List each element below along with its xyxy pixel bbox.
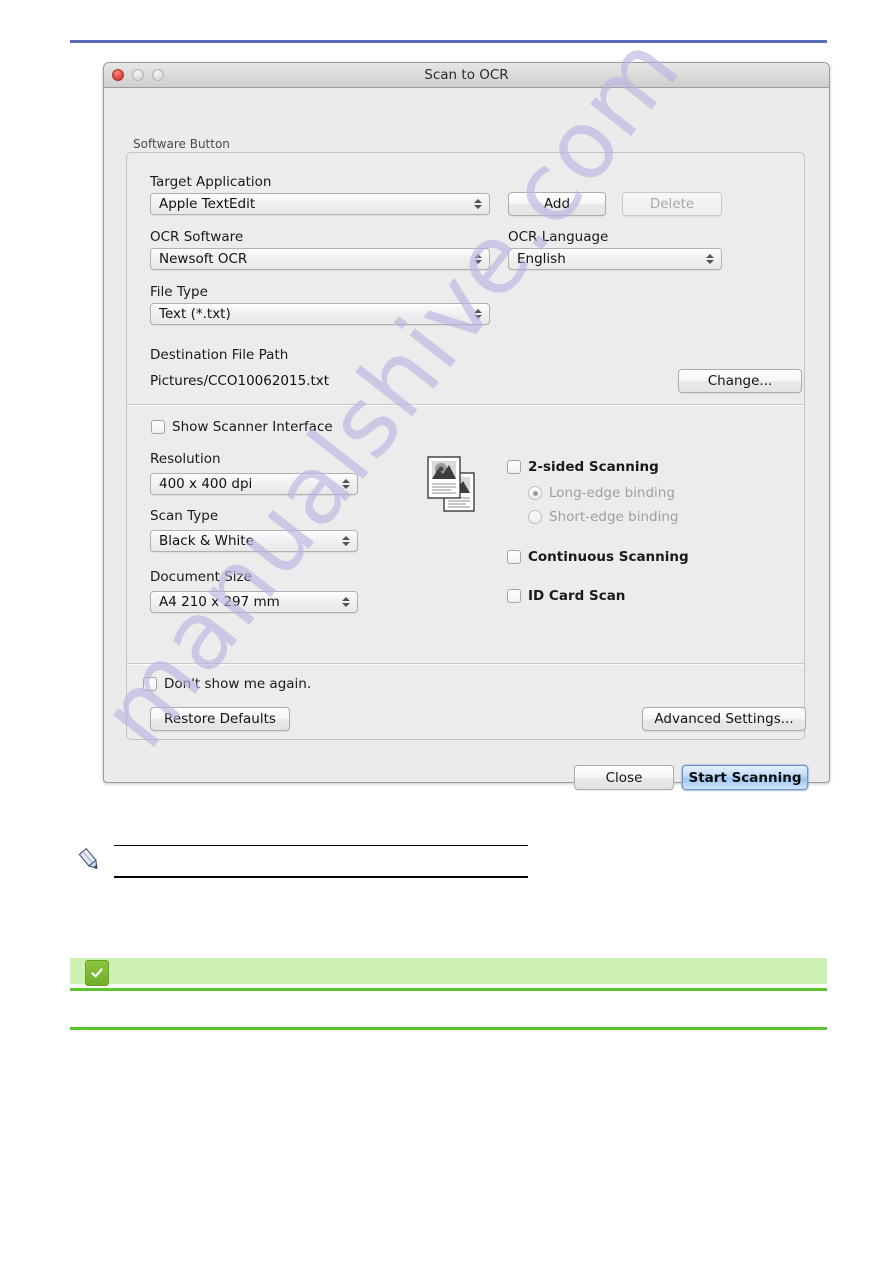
tip-rule-bottom [70,1027,827,1030]
continuous-scanning-label: Continuous Scanning [528,549,689,565]
chevron-updown-icon [342,479,350,489]
show-scanner-interface-checkbox[interactable]: Show Scanner Interface [151,419,333,435]
zoom-window-icon[interactable] [152,69,164,81]
dialog-title: Scan to OCR [424,67,509,83]
resolution-label: Resolution [150,451,221,467]
note-rule-bottom [114,876,528,878]
resolution-select[interactable]: 400 x 400 dpi [150,473,358,495]
destination-file-path-value: Pictures/CCO10062015.txt [150,373,330,389]
checkbox-box [507,460,521,474]
checkmark-icon [85,960,109,986]
chevron-updown-icon [474,309,482,319]
resolution-value: 400 x 400 dpi [159,476,253,492]
dialog-titlebar: Scan to OCR [104,63,829,88]
file-type-select[interactable]: Text (*.txt) [150,303,490,325]
change-path-button[interactable]: Change... [678,369,802,393]
target-application-value: Apple TextEdit [159,196,256,212]
note-rule-top [114,845,528,846]
document-size-value: A4 210 x 297 mm [159,594,280,610]
radio-dot [528,486,542,500]
scan-type-select[interactable]: Black & White [150,530,358,552]
long-edge-binding-radio[interactable]: Long-edge binding [528,485,675,501]
dont-show-again-label: Don't show me again. [164,676,312,692]
note-callout [78,838,538,884]
show-scanner-interface-label: Show Scanner Interface [172,419,333,435]
section-divider-upper [127,404,804,406]
scan-type-label: Scan Type [150,508,219,524]
short-edge-binding-label: Short-edge binding [549,509,679,525]
file-type-value: Text (*.txt) [159,306,231,322]
id-card-scan-checkbox[interactable]: ID Card Scan [507,588,625,604]
checkbox-box [151,420,165,434]
two-sided-scanning-label: 2-sided Scanning [528,459,659,475]
document-size-select[interactable]: A4 210 x 297 mm [150,591,358,613]
checkbox-box [143,677,157,691]
delete-button[interactable]: Delete [622,192,722,216]
file-type-label: File Type [150,284,208,300]
restore-defaults-button[interactable]: Restore Defaults [150,707,290,731]
page-header-rule [70,40,827,43]
chevron-updown-icon [706,254,714,264]
target-application-select[interactable]: Apple TextEdit [150,193,490,215]
id-card-scan-label: ID Card Scan [528,588,626,604]
checkbox-box [507,589,521,603]
window-traffic-lights [112,69,164,81]
scan-preview-icon [422,451,486,515]
destination-file-path-label: Destination File Path [150,347,289,363]
close-button[interactable]: Close [574,765,674,790]
chevron-updown-icon [342,536,350,546]
ocr-language-value: English [517,251,566,267]
ocr-software-value: Newsoft OCR [159,251,248,267]
software-button-group-label: Software Button [133,137,230,151]
ocr-language-select[interactable]: English [508,248,722,270]
short-edge-binding-radio[interactable]: Short-edge binding [528,509,678,525]
long-edge-binding-label: Long-edge binding [549,485,675,501]
target-application-label: Target Application [150,174,272,190]
scan-to-ocr-dialog: Scan to OCR Software Button Target Appli… [103,62,830,790]
chevron-updown-icon [474,199,482,209]
ocr-software-select[interactable]: Newsoft OCR [150,248,490,270]
two-sided-scanning-checkbox[interactable]: 2-sided Scanning [507,459,659,475]
close-window-icon[interactable] [112,69,124,81]
ocr-language-label: OCR Language [508,229,609,245]
pencil-icon [78,846,104,872]
advanced-settings-button[interactable]: Advanced Settings... [642,707,806,731]
dont-show-again-checkbox[interactable]: Don't show me again. [143,676,311,692]
radio-dot [528,510,542,524]
add-button[interactable]: Add [508,192,606,216]
chevron-updown-icon [342,597,350,607]
document-size-label: Document Size [150,569,252,585]
ocr-software-label: OCR Software [150,229,244,245]
checkbox-box [507,550,521,564]
section-divider-lower [127,663,804,665]
minimize-window-icon[interactable] [132,69,144,81]
dialog-body: Software Button Target Application Apple… [104,88,829,790]
continuous-scanning-checkbox[interactable]: Continuous Scanning [507,549,689,565]
start-scanning-button[interactable]: Start Scanning [682,765,808,790]
tip-rule-top [70,988,827,991]
chevron-updown-icon [474,254,482,264]
scan-type-value: Black & White [159,533,254,549]
tip-banner [70,958,827,984]
